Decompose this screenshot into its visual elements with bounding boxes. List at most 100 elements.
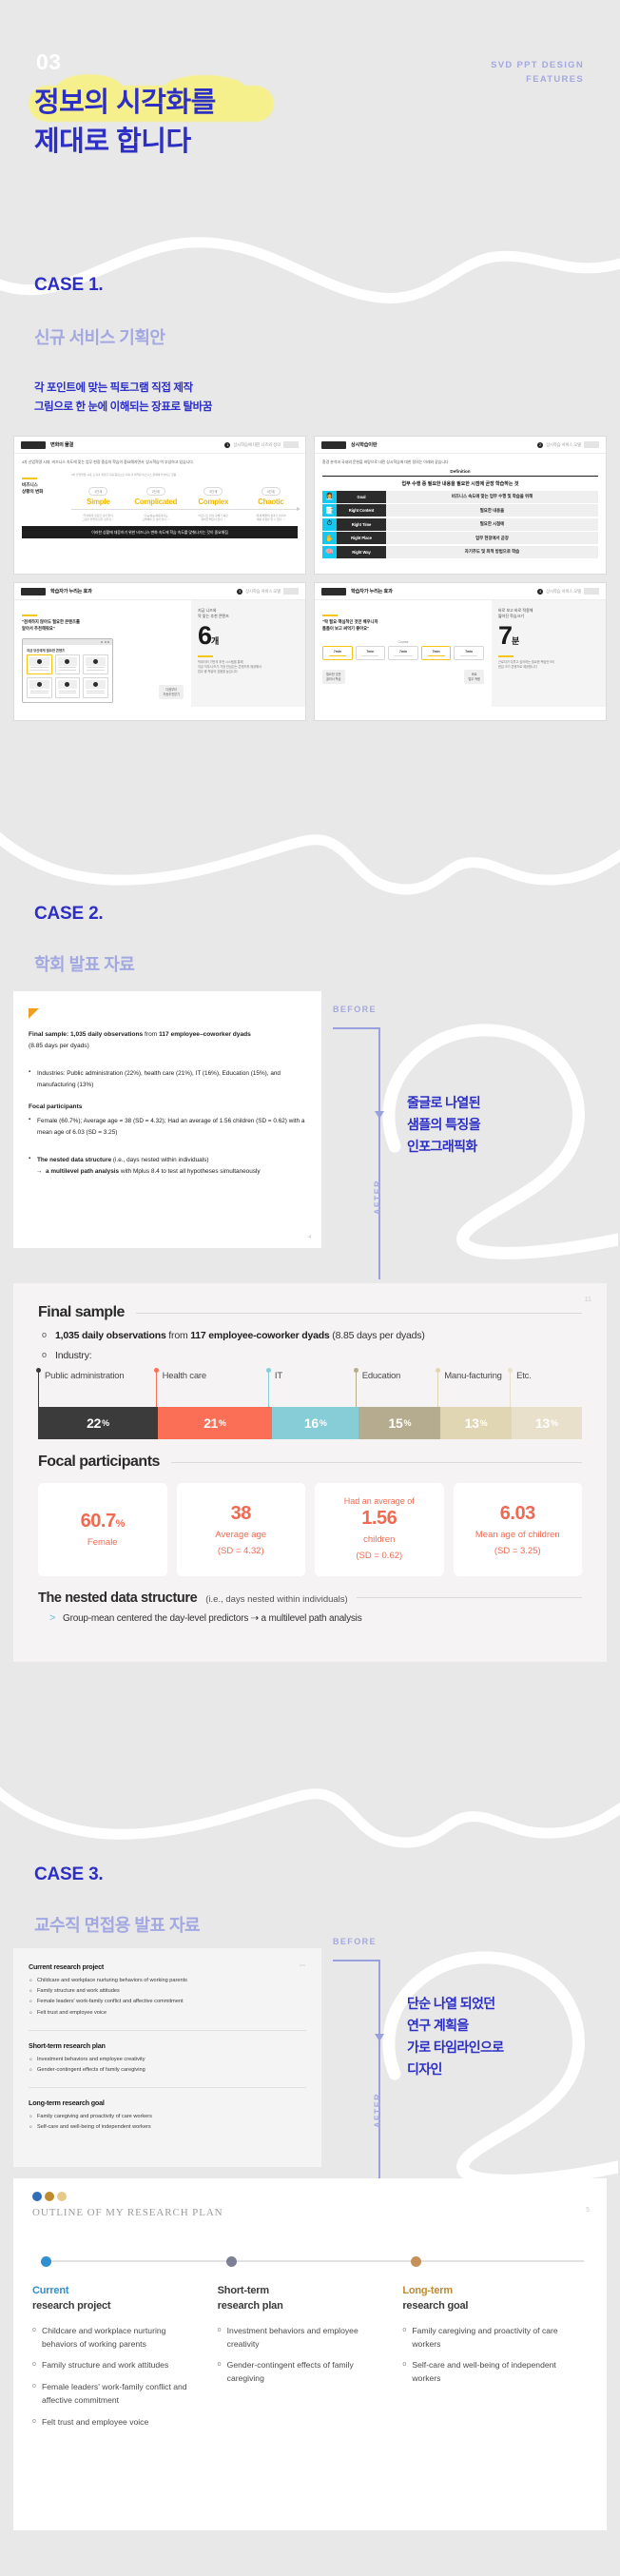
slide1-header-right: 1 상시학습에 대한 니즈와 정의	[224, 441, 299, 448]
slide3-accent-bar	[22, 615, 37, 616]
callout-line-4: 디자인	[407, 2061, 442, 2078]
bar-segment: 13%	[440, 1407, 512, 1439]
thumbnail-slide-1[interactable]: 변화의 물결 1 상시학습에 대한 니즈와 정의 4차 산업혁명 시대, 비즈니…	[13, 436, 306, 575]
callout-line-1: 줄글로 나열된	[407, 1095, 481, 1110]
stage-column: 1단계 Simple	[71, 480, 126, 506]
list-item: Family caregiving and proactivity of car…	[402, 2325, 572, 2352]
list-item: Female leaders' work-family conflict and…	[32, 2381, 203, 2408]
focal-sd: (SD = 0.62)	[356, 1551, 403, 1561]
list-item: Felt trust and employee voice	[29, 2008, 306, 2019]
case3-after-slide[interactable]: OUTLINE OF MY RESEARCH PLAN 5 Current re…	[13, 2178, 607, 2530]
slide2-title: 상시학습이란	[351, 442, 378, 448]
industry-chart-labels: Public administration Health care IT Edu…	[36, 1368, 582, 1407]
industry-label-col: Etc.	[508, 1368, 582, 1407]
focal-cards: 60.7% Female 38 Average age (SD = 4.32) …	[38, 1483, 582, 1576]
brain-icon: 🧠	[322, 545, 337, 558]
timeline-column-current: Current research project Childcare and w…	[32, 2255, 218, 2437]
hero-line-2: 제대로 합니다	[34, 127, 191, 158]
thumbnail-slide-2[interactable]: 상시학습이란 2 상시학습 서비스 모델 환경 분석과 국내외 문헌을 바탕으로…	[314, 436, 607, 575]
industry-chart: Public administration Health care IT Edu…	[36, 1368, 582, 1439]
definition-title: Definition	[450, 468, 471, 474]
case2-before-label: BEFORE	[333, 1005, 377, 1014]
slide3-right-accent	[198, 655, 213, 657]
case2-number: CASE 2.	[34, 904, 104, 924]
slide1-flow-caption: 4차 산업혁명 시대, 조직과 개인은 다음 중심으로 더욱 더 어려운 비즈니…	[71, 472, 177, 477]
window-dot-icon	[101, 640, 103, 643]
callout-line-2: 샘플의 특징을	[407, 1117, 481, 1133]
stage-pill: 3단계	[203, 486, 223, 496]
case1-subtitle: 신규 서비스 기획안	[34, 328, 165, 347]
divider	[29, 2029, 306, 2031]
list-item: Gender-contingent effects of family care…	[29, 2065, 306, 2076]
connector-arrow-icon	[375, 1111, 384, 1119]
case2-after-slide[interactable]: 11 Final sample 1,035 daily observations…	[13, 1283, 607, 1662]
play-icon	[29, 656, 49, 666]
slide3-right-note: 빅데이터 기반의 추천 시스템을 통해 지금 직무/니즈가 가장 관심있는 콘텐츠…	[198, 660, 262, 673]
timeline-key: Long-term research goal	[402, 2284, 572, 2314]
slide4-header: 학습자가 누리는 효과 4 상시학습 서비스 모델	[315, 583, 606, 600]
squiggle-case2-decoration	[0, 831, 620, 895]
slide4-header-right: 4 상시학습 서비스 모델	[537, 588, 599, 595]
thumbnail-slide-3[interactable]: 학습자가 누리는 효과 3 상시학습 서비스 모델 "검색하지 않아도 필요한 …	[13, 582, 306, 721]
row-label: Right Way	[337, 545, 386, 558]
connector-arrow-icon	[375, 2034, 384, 2041]
stage-column: 3단계 Complex	[186, 480, 241, 506]
table-row: 📑 Right Content 필요한 내용을	[322, 504, 598, 517]
list-item: Family caregiving and proactivity of car…	[29, 2112, 306, 2122]
slide4-quote: "딱 필요·핵심적인 것만 배우니까 틈틈이 보고 써먹기 좋아요"	[322, 619, 378, 631]
slide1-side-label: 비즈니스 상황의 변화	[22, 481, 44, 494]
slide1-footer-banner: 이러한 상황에 대응하기 위한 비즈니스 변화 속도에 학습 속도를 맞춰나가는…	[22, 526, 298, 538]
list-item: Childcare and workplace nurturing behavi…	[29, 1976, 306, 1986]
slide1-badge-label: 상시학습에 대한 니즈와 정의	[233, 441, 281, 447]
content-card	[83, 654, 108, 675]
focal-pre: Had an average of	[343, 1496, 415, 1507]
badge-number-icon: 1	[224, 441, 231, 448]
thumbnail-slide-4[interactable]: 학습자가 누리는 효과 4 상시학습 서비스 모델 "딱 필요·핵심적인 것만 …	[314, 582, 607, 721]
timeline-key-sub: research goal	[402, 2299, 469, 2312]
slide3-quote: "검색하지 않아도 필요한 콘텐츠를 알아서 추천해줘요"	[22, 619, 80, 631]
row-value: 필요한 내용을	[386, 504, 598, 517]
logo-dots	[32, 2192, 588, 2201]
slide4-right: 바로 보고 바로 적용해 짧아진 학습크기 7분 근로자가 다루고 싶어하는 필요…	[492, 600, 606, 707]
case3-before-slide[interactable]: Current research project⋯ Childcare and …	[13, 1948, 321, 2167]
stage-word: Complicated	[134, 497, 178, 506]
section-number: 03	[36, 49, 62, 74]
connector-h	[333, 1960, 380, 1961]
timeline-list: Childcare and workplace nurturing behavi…	[32, 2325, 203, 2430]
screen-title: 지금 당신에게 필요한 콘텐츠	[27, 648, 66, 653]
industry-label-col: Education	[353, 1368, 438, 1407]
bar-segment: 22%	[38, 1407, 158, 1439]
slide1-lead: 4차 산업혁명 시대, 비즈니스 속도에 맞는 업무 현장 중심의 학습이 중요…	[22, 459, 194, 464]
focal-label: Mean age of children	[475, 1529, 560, 1540]
content-card-grid	[23, 654, 112, 702]
squiggle-loop-case2	[382, 1024, 618, 1259]
bar-segment: 21%	[157, 1407, 272, 1439]
slide4-right-accent	[498, 655, 513, 657]
slide4-right-top: 바로 보고 바로 적용해 짧아진 학습크기	[498, 608, 533, 618]
slide4-chip	[321, 587, 346, 595]
case1-number: CASE 1.	[34, 275, 104, 295]
timeline-key-word: Short-term	[217, 2285, 269, 2296]
case2-before-slide[interactable]: Final sample: 1,035 daily observations f…	[13, 991, 321, 1248]
list-item: Childcare and workplace nurturing behavi…	[32, 2325, 203, 2352]
slide3-page-chip	[283, 588, 299, 595]
final-sample-line-2: Industry:	[38, 1350, 582, 1361]
connector-h	[333, 1027, 380, 1029]
hero-line-2-wrap: 제대로 합니다	[34, 123, 434, 162]
nested-subtitle: (i.e., days nested within individuals)	[205, 1594, 348, 1605]
course-label: Course	[397, 639, 409, 644]
logo-dot-icon	[32, 2192, 42, 2201]
slide1-page-chip	[283, 441, 299, 448]
screen-tag: 다음부터 자동추천받기	[159, 685, 184, 699]
slide3-header: 학습자가 누리는 효과 3 상시학습 서비스 모델	[14, 583, 305, 600]
focal-label: Female	[87, 1537, 118, 1549]
c3-list: Childcare and workplace nurturing behavi…	[29, 1976, 306, 2019]
dots-icon: ⋯	[300, 1963, 306, 1969]
nested-title: The nested data structure	[38, 1590, 198, 1606]
case3-before-label: BEFORE	[333, 1937, 377, 1946]
slide4-big-unit: 분	[512, 636, 519, 646]
badge-number-icon: 4	[537, 588, 544, 595]
slide3-chip	[21, 587, 46, 595]
table-row: ⏱ Right Time 필요한 시점에	[322, 517, 598, 531]
play-icon	[57, 680, 78, 690]
